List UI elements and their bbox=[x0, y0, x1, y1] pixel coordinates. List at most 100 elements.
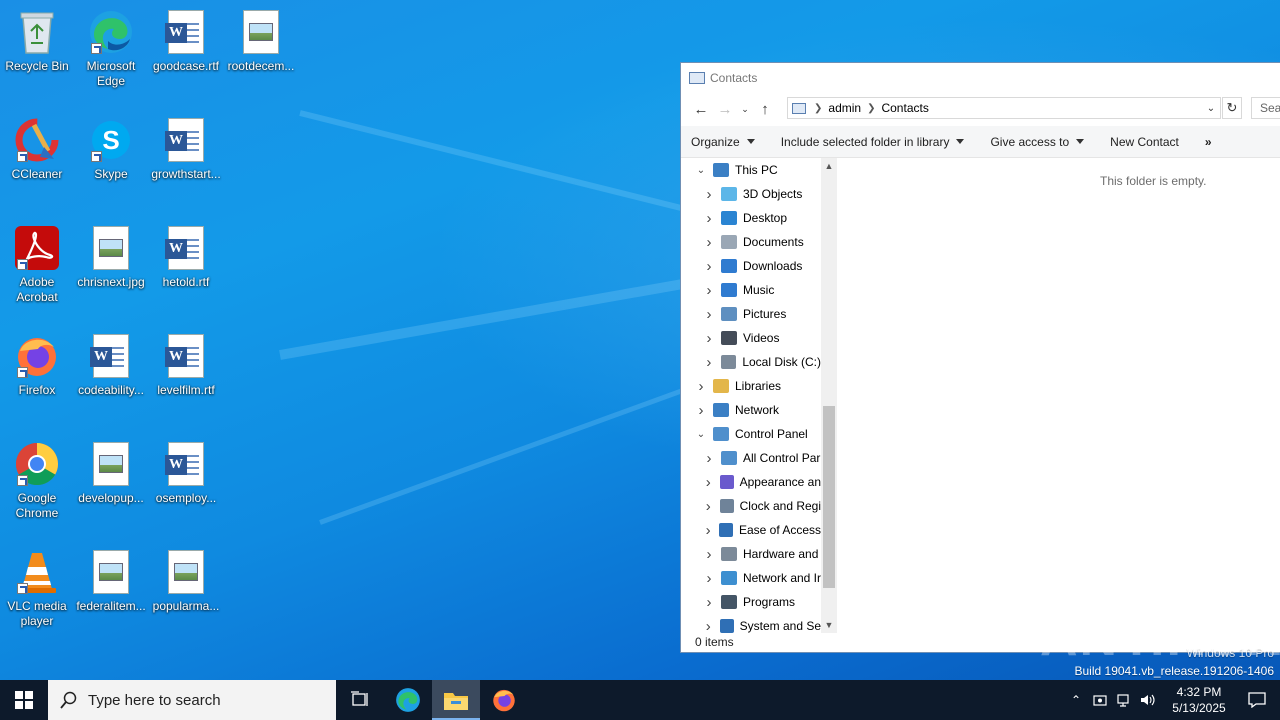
expand-chevron-icon[interactable]: › bbox=[703, 330, 715, 347]
desktop-icon-adobe-acrobat[interactable]: Adobe Acrobat bbox=[0, 224, 75, 305]
tree-item-programs[interactable]: › Programs bbox=[681, 590, 821, 614]
expand-chevron-icon[interactable]: › bbox=[703, 570, 715, 587]
desktop-icon-vlc[interactable]: VLC media player bbox=[0, 548, 75, 629]
tree-item-local-disk-c[interactable]: › Local Disk (C:) bbox=[681, 350, 821, 374]
tree-item-label: Documents bbox=[743, 235, 804, 249]
desktop-icon-federalitem[interactable]: federalitem... bbox=[73, 548, 149, 614]
desktop-icon-firefox[interactable]: Firefox bbox=[0, 332, 75, 398]
expand-chevron-icon[interactable]: › bbox=[703, 186, 715, 203]
expand-chevron-icon[interactable]: › bbox=[703, 450, 715, 467]
breadcrumb-separator-icon: ❯ bbox=[814, 102, 823, 114]
new-contact-button[interactable]: New Contact bbox=[1110, 135, 1179, 149]
expand-chevron-icon[interactable]: › bbox=[703, 258, 715, 275]
collapse-chevron-icon[interactable]: ⌄ bbox=[695, 429, 707, 440]
desktop-icon-growthstart[interactable]: W growthstart... bbox=[148, 116, 224, 182]
organize-button[interactable]: Organize bbox=[691, 135, 755, 149]
tree-item-network[interactable]: › Network bbox=[681, 398, 821, 422]
more-commands-button[interactable]: » bbox=[1205, 135, 1212, 149]
show-hidden-icons-chevron-icon[interactable]: ⌃ bbox=[1064, 693, 1088, 707]
expand-chevron-icon[interactable]: › bbox=[703, 546, 715, 563]
back-arrow-icon[interactable]: ← bbox=[689, 97, 713, 121]
tree-item-control-panel[interactable]: ⌄ Control Panel bbox=[681, 422, 821, 446]
desktop-icon-label: chrisnext.jpg bbox=[77, 275, 145, 289]
taskbar-edge-button[interactable] bbox=[384, 680, 432, 720]
tree-item-downloads[interactable]: › Downloads bbox=[681, 254, 821, 278]
search-input[interactable]: Search Contacts bbox=[1251, 97, 1280, 119]
tree-item-this-pc[interactable]: ⌄ This PC bbox=[681, 158, 821, 182]
desktop-icon-developup[interactable]: developup... bbox=[73, 440, 149, 506]
tree-item-appearance-an[interactable]: › Appearance an bbox=[681, 470, 821, 494]
tree-item-all-control-par[interactable]: › All Control Par bbox=[681, 446, 821, 470]
forward-arrow-icon[interactable]: → bbox=[713, 97, 737, 121]
tree-item-videos[interactable]: › Videos bbox=[681, 326, 821, 350]
tree-item-network-and-ir[interactable]: › Network and Ir bbox=[681, 566, 821, 590]
taskbar-file-explorer-button[interactable] bbox=[432, 680, 480, 720]
desktop-icon-chrisnext-jpg[interactable]: chrisnext.jpg bbox=[73, 224, 149, 290]
address-bar[interactable]: ❯ admin ❯ Contacts ⌄ bbox=[787, 97, 1221, 119]
action-center-icon[interactable] bbox=[1234, 692, 1280, 708]
expand-chevron-icon[interactable]: › bbox=[695, 378, 707, 395]
expand-chevron-icon[interactable]: › bbox=[703, 354, 715, 371]
tree-item-desktop[interactable]: › Desktop bbox=[681, 206, 821, 230]
scrollbar-thumb[interactable] bbox=[823, 406, 835, 588]
include-in-library-button[interactable]: Include selected folder in library bbox=[781, 135, 965, 149]
desktop-icon-google-chrome[interactable]: Google Chrome bbox=[0, 440, 75, 521]
scroll-up-icon[interactable]: ▲ bbox=[821, 158, 837, 174]
expand-chevron-icon[interactable]: › bbox=[703, 618, 714, 634]
tree-item-ease-of-access[interactable]: › Ease of Access bbox=[681, 518, 821, 542]
taskbar-firefox-button[interactable] bbox=[480, 680, 528, 720]
desktop-icon-goodcase-rtf[interactable]: W goodcase.rtf bbox=[148, 8, 224, 74]
navigation-tree: ⌄ This PC › 3D Objects › Desktop › Documents › Do… bbox=[681, 158, 821, 633]
tree-item-clock-and-regi[interactable]: › Clock and Regi bbox=[681, 494, 821, 518]
breadcrumb-separator-icon: ❯ bbox=[867, 102, 876, 114]
expand-chevron-icon[interactable]: › bbox=[703, 306, 715, 323]
desktop-icon-osemploy[interactable]: W osemploy... bbox=[148, 440, 224, 506]
give-access-button[interactable]: Give access to bbox=[990, 135, 1085, 149]
network-status-icon[interactable] bbox=[1112, 693, 1136, 707]
up-arrow-icon[interactable]: ↑ bbox=[753, 97, 777, 121]
scroll-down-icon[interactable]: ▼ bbox=[821, 617, 837, 633]
desktop-icon-label: developup... bbox=[78, 491, 144, 505]
tree-item-system-and-se[interactable]: › System and Se bbox=[681, 614, 821, 633]
expand-chevron-icon[interactable]: › bbox=[703, 594, 715, 611]
tree-scrollbar[interactable]: ▲ ▼ bbox=[821, 158, 837, 633]
tree-item-music[interactable]: › Music bbox=[681, 278, 821, 302]
expand-chevron-icon[interactable]: › bbox=[703, 234, 715, 251]
desktop-icon-rootdecem[interactable]: rootdecem... bbox=[223, 8, 299, 74]
tree-item-pictures[interactable]: › Pictures bbox=[681, 302, 821, 326]
taskbar-search-box[interactable]: Type here to search bbox=[48, 680, 336, 720]
start-button[interactable] bbox=[0, 680, 48, 720]
refresh-icon[interactable]: ↻ bbox=[1222, 97, 1242, 119]
address-dropdown-icon[interactable]: ⌄ bbox=[1202, 98, 1220, 118]
chrome-icon bbox=[13, 440, 61, 488]
desktop-icon-hetold-rtf[interactable]: W hetold.rtf bbox=[148, 224, 224, 290]
volume-icon[interactable] bbox=[1136, 693, 1160, 707]
desktop-folder-icon bbox=[721, 211, 737, 225]
desktop-icon-ccleaner[interactable]: CCleaner bbox=[0, 116, 75, 182]
tree-item-hardware-and[interactable]: › Hardware and bbox=[681, 542, 821, 566]
desktop-icon-skype[interactable]: S Skype bbox=[73, 116, 149, 182]
window-titlebar[interactable]: Contacts bbox=[681, 63, 1280, 92]
task-view-button[interactable] bbox=[336, 680, 384, 720]
breadcrumb-admin[interactable]: admin bbox=[828, 101, 861, 115]
tree-item-libraries[interactable]: › Libraries bbox=[681, 374, 821, 398]
desktop-icon-recycle-bin[interactable]: Recycle Bin bbox=[0, 8, 75, 74]
tree-item-documents[interactable]: › Documents bbox=[681, 230, 821, 254]
expand-chevron-icon[interactable]: › bbox=[703, 474, 714, 491]
collapse-chevron-icon[interactable]: ⌄ bbox=[695, 165, 707, 176]
recent-locations-chevron-icon[interactable]: ⌄ bbox=[737, 97, 753, 121]
desktop-icon-popularma[interactable]: popularma... bbox=[148, 548, 224, 614]
tree-item-3d-objects[interactable]: › 3D Objects bbox=[681, 182, 821, 206]
meet-now-icon[interactable] bbox=[1088, 693, 1112, 707]
expand-chevron-icon[interactable]: › bbox=[703, 522, 713, 539]
desktop-icon-microsoft-edge[interactable]: Microsoft Edge bbox=[73, 8, 149, 89]
expand-chevron-icon[interactable]: › bbox=[703, 498, 714, 515]
taskbar-clock[interactable]: 4:32 PM 5/13/2025 bbox=[1164, 684, 1234, 716]
expand-chevron-icon[interactable]: › bbox=[695, 402, 707, 419]
desktop-icon-codeability[interactable]: W codeability... bbox=[73, 332, 149, 398]
breadcrumb-contacts[interactable]: Contacts bbox=[881, 101, 928, 115]
expand-chevron-icon[interactable]: › bbox=[703, 210, 715, 227]
ccleaner-icon bbox=[13, 116, 61, 164]
desktop-icon-levelfilm-rtf[interactable]: W levelfilm.rtf bbox=[148, 332, 224, 398]
expand-chevron-icon[interactable]: › bbox=[703, 282, 715, 299]
